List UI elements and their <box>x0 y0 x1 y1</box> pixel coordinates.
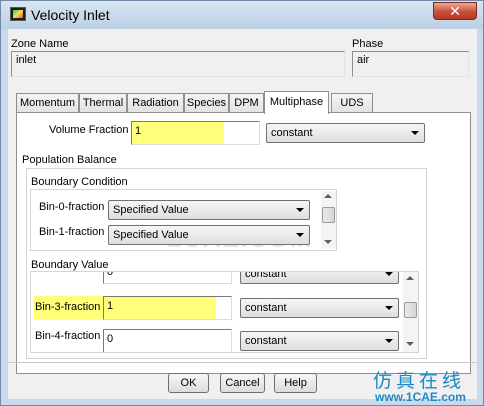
population-balance-label: Population Balance <box>22 154 117 166</box>
tab-multiphase[interactable]: Multiphase <box>264 91 329 114</box>
brand-chinese-text: 仿真在线 <box>373 370 466 392</box>
bin-0-fraction-select[interactable]: Specified Value <box>108 200 310 220</box>
phase-label: Phase <box>352 38 384 50</box>
scroll-down-icon[interactable] <box>324 240 332 244</box>
chevron-down-icon <box>385 272 393 276</box>
ok-button[interactable]: OK <box>168 373 209 393</box>
chevron-down-icon <box>411 131 419 135</box>
tab-momentum[interactable]: Momentum <box>16 93 79 112</box>
bin-1-fraction-value: Specified Value <box>113 229 189 241</box>
brand-url-text: www.1CAE.com <box>375 390 466 404</box>
tab-dpm[interactable]: DPM <box>229 93 264 112</box>
tab-species[interactable]: Species <box>184 93 229 112</box>
scroll-thumb[interactable] <box>404 302 417 318</box>
bin-4-fraction-input[interactable]: 0 <box>103 329 232 352</box>
bin-4-fraction-method: constant <box>245 335 287 347</box>
bin-2-fraction-value: 0 <box>107 271 114 278</box>
boundary-value-label: Boundary Value <box>31 259 109 271</box>
bin-3-fraction-value: 1 <box>107 300 114 312</box>
volume-fraction-value: 1 <box>135 125 142 137</box>
volume-fraction-method: constant <box>271 127 313 139</box>
bin-0-fraction-label: Bin-0-fraction <box>39 201 105 213</box>
boundary-condition-scrollbar[interactable] <box>321 191 336 249</box>
highlight-marker <box>132 122 224 144</box>
close-icon: ✕ <box>449 3 461 19</box>
boundary-value-scrollbar[interactable] <box>403 272 418 352</box>
bin-2-fraction-method-select[interactable]: constant <box>240 271 399 284</box>
dialog-body: Zone Name inlet Phase air Momentum Therm… <box>8 29 477 399</box>
bin-0-fraction-value: Specified Value <box>113 204 189 216</box>
volume-fraction-method-select[interactable]: constant <box>266 123 425 143</box>
bin-1-fraction-select[interactable]: Specified Value <box>108 225 310 245</box>
window-title: Velocity Inlet <box>31 7 110 23</box>
scroll-up-icon[interactable] <box>324 194 332 198</box>
multiphase-panel: 1CAE.COM Volume Fraction 1 constant Popu… <box>16 112 471 374</box>
brand-logo: 仿真在线 www.1CAE.com <box>369 366 479 404</box>
boundary-value-list: 0 constant Bin-3-fraction 1 constant Bin <box>30 271 419 353</box>
bin-2-fraction-input[interactable]: 0 <box>103 271 232 284</box>
volume-fraction-label: Volume Fraction <box>49 124 129 136</box>
scroll-thumb[interactable] <box>322 207 335 223</box>
bin-3-fraction-input[interactable]: 1 <box>103 296 232 320</box>
bin-3-fraction-method-select[interactable]: constant <box>240 298 399 318</box>
bin-2-fraction-method: constant <box>245 271 287 280</box>
phase-field[interactable]: air <box>352 51 469 77</box>
bin-4-fraction-label: Bin-4-fraction <box>35 330 101 342</box>
zone-name-field[interactable]: inlet <box>11 51 345 77</box>
chevron-down-icon <box>385 339 393 343</box>
bin-1-fraction-label: Bin-1-fraction <box>39 226 105 238</box>
help-button[interactable]: Help <box>274 373 317 393</box>
cancel-button[interactable]: Cancel <box>220 373 265 393</box>
title-bar[interactable]: Velocity Inlet ✕ <box>1 1 483 29</box>
bin-4-fraction-method-select[interactable]: constant <box>240 331 399 351</box>
bin-4-fraction-value: 0 <box>107 333 114 345</box>
volume-fraction-input[interactable]: 1 <box>131 121 260 145</box>
bin-3-fraction-label: Bin-3-fraction <box>35 301 101 313</box>
tab-radiation[interactable]: Radiation <box>127 93 184 112</box>
chevron-down-icon <box>385 306 393 310</box>
chevron-down-icon <box>296 233 304 237</box>
button-bar-divider <box>8 362 477 363</box>
boundary-condition-label: Boundary Condition <box>31 176 128 188</box>
scroll-up-icon[interactable] <box>406 276 414 280</box>
close-button[interactable]: ✕ <box>433 2 477 20</box>
chevron-down-icon <box>296 208 304 212</box>
tab-thermal[interactable]: Thermal <box>79 93 127 112</box>
fluent-app-icon <box>10 7 26 21</box>
zone-name-label: Zone Name <box>11 38 69 50</box>
tab-uds[interactable]: UDS <box>331 93 373 112</box>
scroll-down-icon[interactable] <box>406 342 414 346</box>
bin-3-fraction-method: constant <box>245 302 287 314</box>
velocity-inlet-dialog: Velocity Inlet ✕ Zone Name inlet Phase a… <box>0 0 484 406</box>
